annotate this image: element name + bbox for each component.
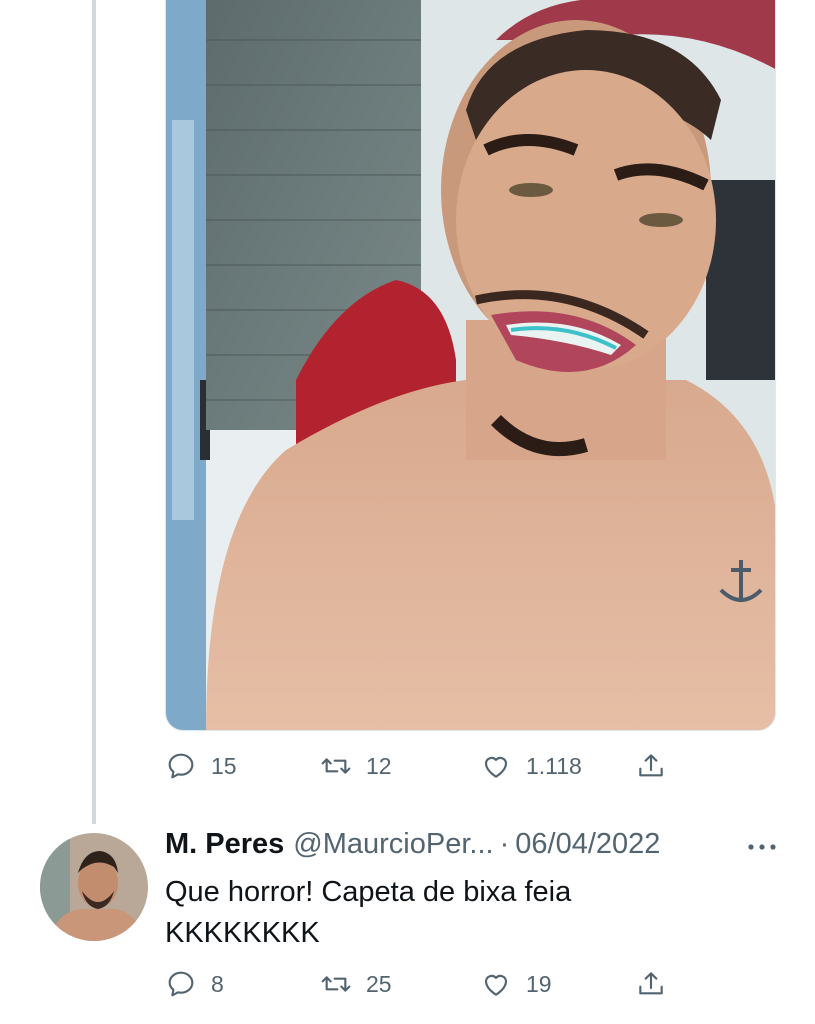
- reply-text-line-2: KKKKKKKK: [165, 917, 320, 949]
- reply-icon: [168, 971, 194, 997]
- share-button[interactable]: [635, 750, 667, 782]
- tweet-photo[interactable]: [165, 0, 776, 731]
- reply-retweet-button[interactable]: 25: [320, 968, 392, 1000]
- more-icon: [748, 844, 776, 850]
- more-options-button[interactable]: [745, 832, 779, 862]
- retweet-count: 12: [366, 752, 392, 779]
- like-count: 1.118: [526, 752, 582, 779]
- photo-illustration: [166, 0, 775, 730]
- share-icon: [639, 972, 663, 995]
- reply-icon: [168, 753, 194, 779]
- reply-text-line-1: Que horror! Capeta de bixa feia: [165, 876, 572, 908]
- share-icon: [639, 754, 663, 777]
- reply-like-count: 19: [526, 970, 552, 997]
- reply-reply-count: 8: [211, 970, 224, 997]
- reply-count: 15: [211, 752, 237, 779]
- like-icon: [484, 756, 508, 778]
- reply-retweet-count: 25: [366, 970, 392, 997]
- reply-like-button[interactable]: 19: [480, 968, 552, 1000]
- reply-header: M. Peres @MaurcioPer... · 06/04/2022: [165, 828, 777, 861]
- reply-reply-button[interactable]: 8: [165, 968, 224, 1000]
- reply-text: Que horror! Capeta de bixa feia KKKKKKKK: [165, 872, 765, 954]
- thread-connector-line: [92, 0, 96, 824]
- reply-author-handle[interactable]: @MaurcioPer...: [293, 828, 493, 861]
- reply-author-name[interactable]: M. Peres: [165, 828, 284, 861]
- avatar-image: [40, 833, 148, 941]
- like-icon: [484, 974, 508, 996]
- reply-share-button[interactable]: [635, 968, 667, 1000]
- reply-avatar[interactable]: [40, 833, 148, 941]
- reply-button[interactable]: 15: [165, 750, 237, 782]
- reply-date[interactable]: 06/04/2022: [515, 828, 660, 861]
- retweet-icon: [321, 976, 351, 992]
- header-separator: ·: [499, 828, 510, 860]
- like-button[interactable]: 1.118: [480, 750, 582, 782]
- retweet-icon: [321, 758, 351, 774]
- retweet-button[interactable]: 12: [320, 750, 392, 782]
